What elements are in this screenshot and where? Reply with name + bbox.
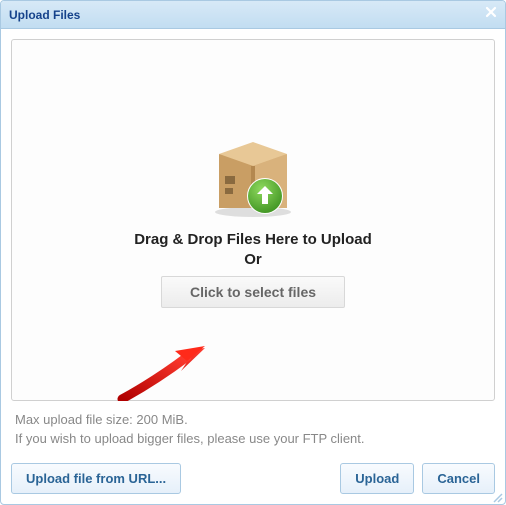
- resize-handle[interactable]: [491, 490, 503, 502]
- resize-handle-icon: [491, 490, 503, 505]
- upload-info: Max upload file size: 200 MiB. If you wi…: [11, 411, 495, 449]
- close-icon: [484, 5, 498, 24]
- upload-button[interactable]: Upload: [340, 463, 414, 494]
- drag-text-line2: Or: [244, 251, 262, 268]
- footer-right-group: Upload Cancel: [340, 463, 495, 494]
- select-files-button[interactable]: Click to select files: [161, 276, 345, 308]
- max-size-text: Max upload file size: 200 MiB.: [15, 411, 491, 430]
- dialog-titlebar: Upload Files: [1, 1, 505, 29]
- ftp-hint-text: If you wish to upload bigger files, plea…: [15, 430, 491, 449]
- package-upload-icon: [205, 132, 301, 218]
- drag-drop-instruction: Drag & Drop Files Here to Upload Or: [134, 230, 372, 271]
- file-dropzone[interactable]: Drag & Drop Files Here to Upload Or Clic…: [11, 39, 495, 401]
- dialog-title: Upload Files: [9, 8, 80, 22]
- close-button[interactable]: [483, 6, 499, 22]
- upload-from-url-button[interactable]: Upload file from URL...: [11, 463, 181, 494]
- dialog-body: Drag & Drop Files Here to Upload Or Clic…: [1, 29, 505, 504]
- dialog-footer: Upload file from URL... Upload Cancel: [11, 463, 495, 494]
- upload-files-dialog: Upload Files: [0, 0, 506, 505]
- drag-text-line1: Drag & Drop Files Here to Upload: [134, 231, 372, 248]
- cancel-button[interactable]: Cancel: [422, 463, 495, 494]
